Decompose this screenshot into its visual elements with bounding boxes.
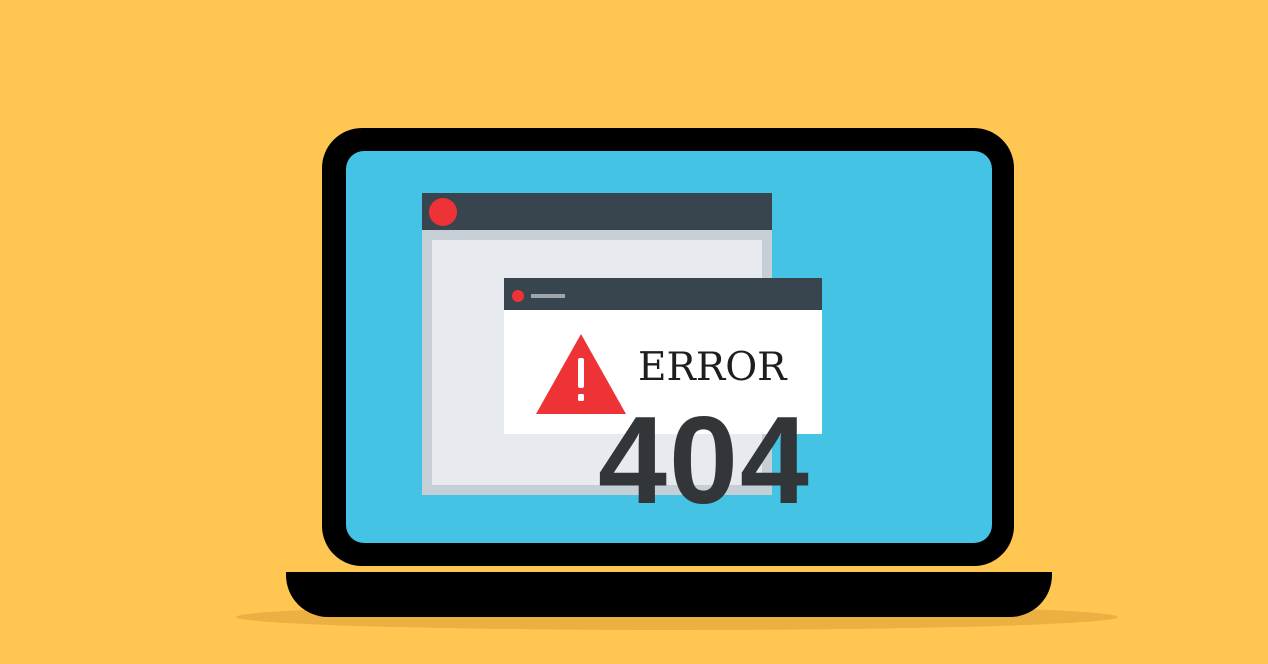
error-title: ERROR xyxy=(638,345,787,390)
error-dialog-title-placeholder xyxy=(531,294,565,298)
background-window-titlebar xyxy=(422,193,772,230)
background-window-close-icon xyxy=(429,198,457,226)
laptop-screen: ERROR 404 xyxy=(346,151,992,543)
error-404-illustration: ERROR 404 xyxy=(0,0,1268,664)
laptop-base xyxy=(286,572,1052,617)
error-code: 404 xyxy=(598,392,811,530)
error-dialog-close-icon xyxy=(512,290,524,302)
